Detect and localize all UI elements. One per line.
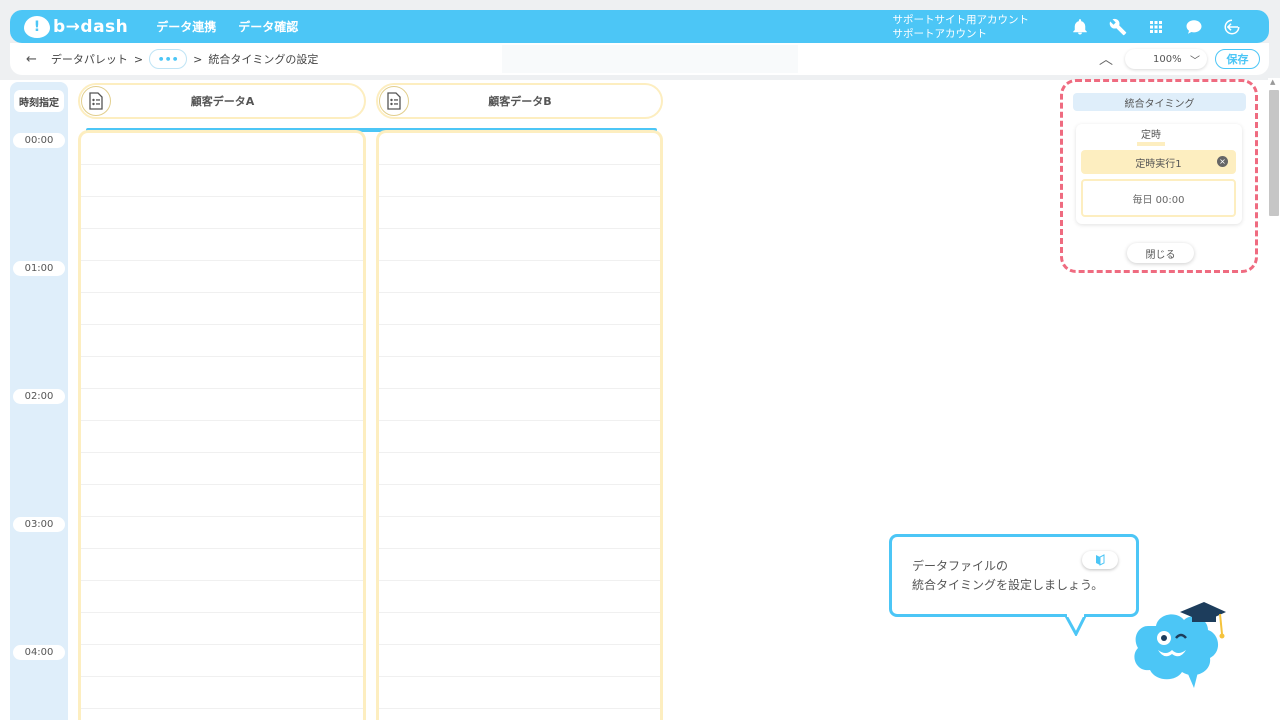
beginner-mark-button[interactable]: [1082, 551, 1118, 569]
breadcrumb-separator: >: [193, 52, 203, 66]
panel-title: 統合タイミング: [1073, 93, 1246, 111]
toolbar-right: ︿ 100% ﹀ 保存: [1099, 49, 1260, 69]
time-label: 04:00: [13, 645, 65, 660]
close-button[interactable]: 閉じる: [1127, 243, 1194, 263]
wrench-icon[interactable]: [1107, 16, 1129, 38]
faded-overlay: [502, 45, 798, 73]
bell-icon[interactable]: [1069, 16, 1091, 38]
breadcrumb-more-button[interactable]: •••: [149, 49, 188, 69]
zoom-value: 100%: [1153, 53, 1182, 65]
back-arrow-icon[interactable]: ←: [26, 52, 37, 67]
logo-mark-icon: !: [24, 15, 50, 38]
tooltip-line: データファイルの: [912, 559, 1009, 573]
timing-settings-panel: 統合タイミング 定時 定時実行1 × 毎日 00:00 閉じる: [1060, 79, 1258, 273]
schedule-card: 定時 定時実行1 × 毎日 00:00: [1076, 124, 1242, 224]
logo-mark-glyph: !: [33, 18, 41, 35]
breadcrumb: データパレット > ••• > 統合タイミングの設定: [51, 49, 318, 69]
time-label: 00:00: [13, 133, 65, 148]
main-nav: データ連携 データ確認: [156, 18, 320, 35]
remove-icon[interactable]: ×: [1217, 156, 1228, 167]
column-header-a[interactable]: 顧客データA: [78, 83, 366, 119]
chevron-down-icon: ﹀: [1190, 55, 1200, 67]
beginner-mark-icon: [1096, 554, 1105, 566]
time-label: 01:00: [13, 261, 65, 276]
breadcrumb-root[interactable]: データパレット: [51, 51, 128, 67]
schedule-type-tag: 定時: [1137, 130, 1165, 146]
account-name: サポートサイト用アカウント: [892, 13, 1030, 26]
logout-icon[interactable]: [1221, 16, 1243, 38]
time-column: 時刻指定 00:00 01:00 02:00 03:00 04:00: [10, 82, 68, 720]
tooltip-line: 統合タイミングを設定しましょう。: [912, 578, 1104, 592]
chat-icon[interactable]: [1183, 16, 1205, 38]
bdash-logo[interactable]: ! b→dash: [24, 15, 129, 38]
scrollbar-thumb[interactable]: [1269, 90, 1279, 216]
save-button[interactable]: 保存: [1215, 49, 1260, 69]
grid-icon[interactable]: [1145, 16, 1167, 38]
scroll-up-arrow-icon[interactable]: ▲: [1270, 78, 1275, 86]
document-icon: [379, 86, 409, 116]
collapse-chevron-up-icon[interactable]: ︿: [1099, 49, 1113, 69]
time-label: 03:00: [13, 517, 65, 532]
timeline-lane-b[interactable]: [376, 130, 663, 720]
tooltip-text: データファイルの 統合タイミングを設定しましょう。: [912, 557, 1103, 595]
timeline-lane-a[interactable]: [78, 130, 366, 720]
column-title: 顧客データA: [190, 95, 255, 108]
breadcrumb-separator: >: [133, 52, 144, 66]
top-navigation-bar: ! b→dash データ連携 データ確認 サポートサイト用アカウント サポートア…: [10, 10, 1269, 43]
document-icon: [81, 86, 111, 116]
account-info[interactable]: サポートサイト用アカウント サポートアカウント: [893, 13, 1030, 41]
mascot-icon: [1134, 602, 1226, 688]
time-label: 02:00: [13, 389, 65, 404]
schedule-item[interactable]: 定時実行1 ×: [1081, 150, 1236, 174]
account-subname: サポートアカウント: [892, 27, 988, 40]
schedule-item-label: 定時実行1: [1135, 158, 1182, 170]
header-icons: [1053, 16, 1243, 38]
breadcrumb-current: 統合タイミングの設定: [208, 53, 319, 66]
logo-text: b→dash: [53, 16, 129, 37]
guide-tooltip: データファイルの 統合タイミングを設定しましょう。: [889, 534, 1139, 617]
time-specify-button[interactable]: 時刻指定: [14, 90, 64, 112]
nav-data-integration[interactable]: データ連携: [156, 18, 216, 35]
zoom-select[interactable]: 100% ﹀: [1125, 49, 1207, 69]
breadcrumb-bar: ← データパレット > ••• > 統合タイミングの設定 ︿ 100% ﹀ 保存: [10, 43, 1269, 75]
column-title: 顧客データB: [488, 95, 552, 108]
nav-data-check[interactable]: データ確認: [238, 18, 298, 35]
tooltip-tail: [1064, 614, 1088, 636]
schedule-time-field[interactable]: 毎日 00:00: [1081, 179, 1236, 217]
column-header-b[interactable]: 顧客データB: [376, 83, 663, 119]
